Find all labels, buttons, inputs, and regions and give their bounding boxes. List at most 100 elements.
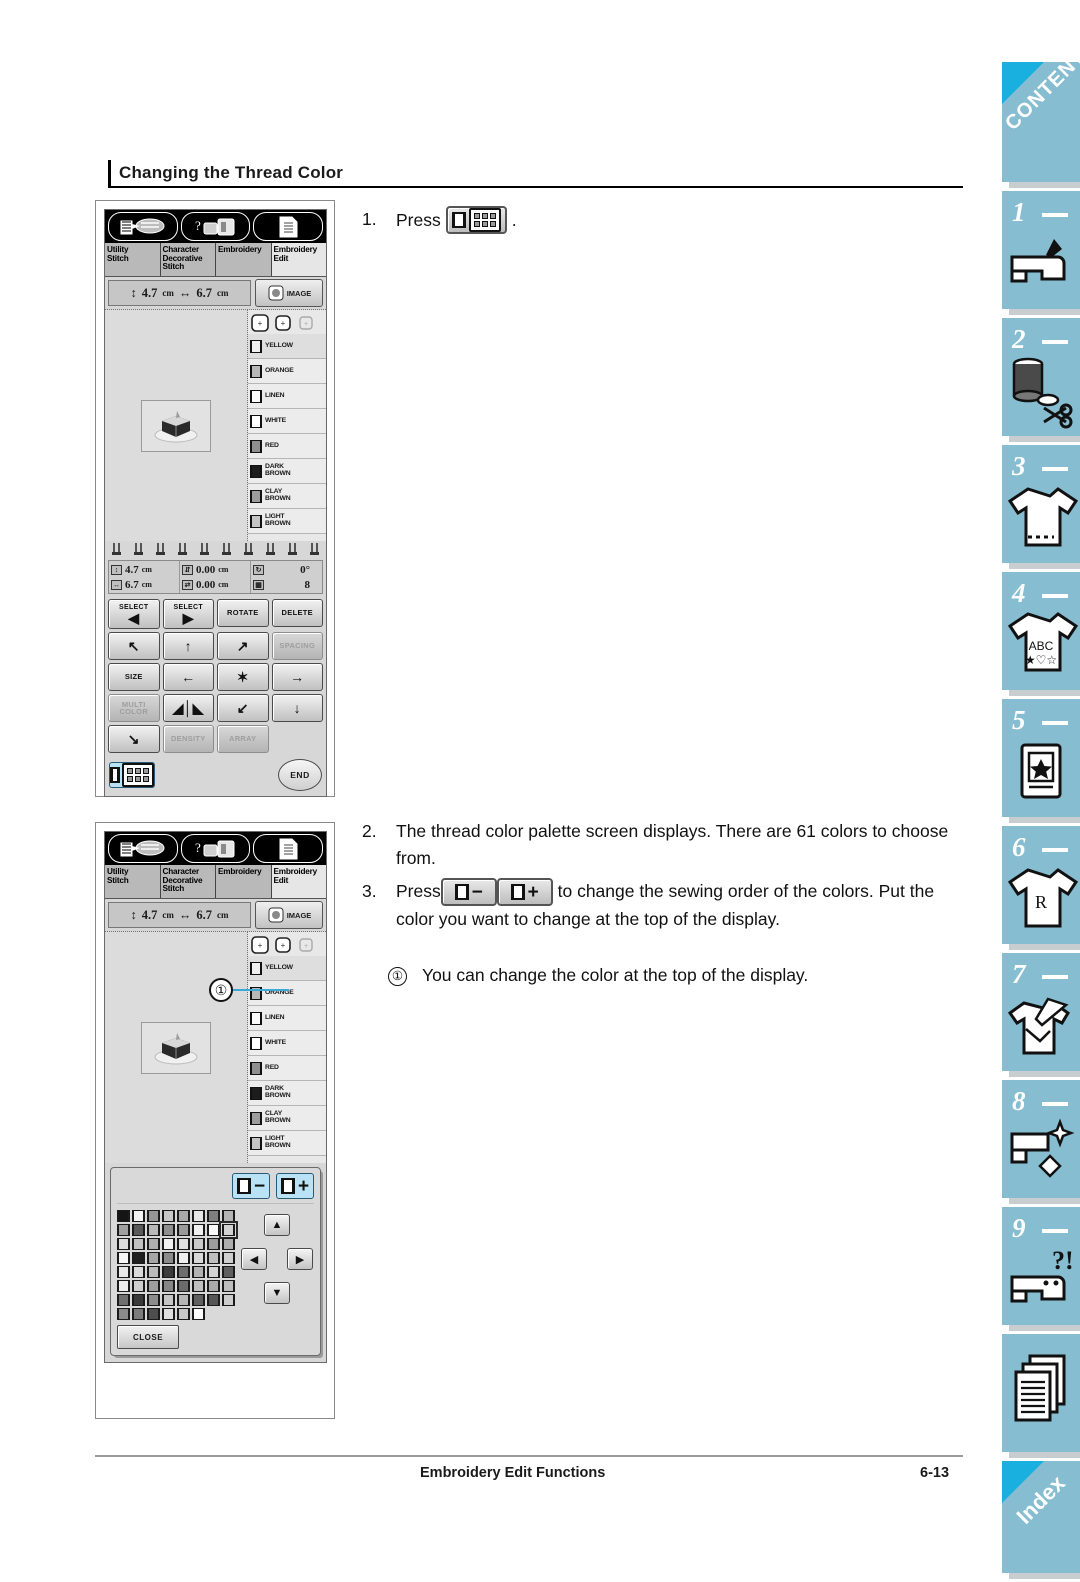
thread-color-item[interactable]: DARK BROWN (248, 1081, 326, 1106)
palette-swatch[interactable] (192, 1294, 205, 1306)
palette-close-button[interactable]: CLOSE (117, 1325, 179, 1349)
palette-swatch[interactable] (147, 1308, 160, 1320)
palette-swatch[interactable] (222, 1252, 235, 1264)
palette-swatch[interactable] (162, 1252, 175, 1264)
sidebar-tab-3[interactable]: 3 (1002, 445, 1080, 563)
palette-swatch[interactable] (132, 1294, 145, 1306)
palette-swatch[interactable] (147, 1238, 160, 1250)
palette-swatch[interactable] (177, 1280, 190, 1292)
tab-embroidery-edit[interactable]: Embroidery Edit (271, 243, 326, 276)
palette-swatch[interactable] (192, 1224, 205, 1236)
sidebar-tab-appendix[interactable] (1002, 1334, 1080, 1452)
palette-swatch[interactable] (207, 1294, 220, 1306)
palette-swatch[interactable] (207, 1210, 220, 1222)
thread-order-minus-button-inline[interactable]: − (440, 878, 497, 907)
palette-swatch[interactable] (192, 1252, 205, 1264)
thread-color-button-inline[interactable] (445, 206, 507, 234)
palette-swatch[interactable] (147, 1224, 160, 1236)
character-decorative-stitch-icon[interactable]: ? (180, 212, 251, 241)
embroidery-canvas[interactable] (105, 932, 248, 1163)
thread-color-item[interactable]: DARK BROWN (248, 459, 326, 484)
palette-swatch[interactable] (117, 1280, 130, 1292)
thread-order-plus-button-inline[interactable]: + (496, 878, 553, 907)
thread-color-button[interactable] (109, 762, 155, 788)
thread-color-item[interactable]: WHITE (248, 409, 326, 434)
move-down-right-button[interactable]: ↘ (108, 725, 160, 753)
tab-embroidery[interactable]: Embroidery (216, 243, 272, 276)
palette-swatch[interactable] (132, 1266, 145, 1278)
embroidery-edit-icon[interactable] (253, 212, 324, 241)
move-up-button[interactable]: ↑ (162, 632, 214, 660)
thread-color-item[interactable]: ORANGE (248, 981, 326, 1006)
thread-color-item[interactable]: RED (248, 1056, 326, 1081)
sidebar-tab-8[interactable]: 8 (1002, 1080, 1080, 1198)
palette-swatch[interactable] (162, 1210, 175, 1222)
palette-swatch[interactable] (222, 1280, 235, 1292)
palette-swatch[interactable] (222, 1294, 235, 1306)
palette-swatch[interactable] (132, 1210, 145, 1222)
embroidery-canvas[interactable] (105, 310, 248, 541)
palette-swatch[interactable] (192, 1280, 205, 1292)
palette-down-button[interactable]: ▼ (264, 1282, 290, 1304)
palette-swatch[interactable] (162, 1308, 175, 1320)
end-button[interactable]: END (278, 759, 322, 791)
palette-swatch[interactable] (117, 1224, 130, 1236)
center-button[interactable]: ✶ (217, 663, 269, 691)
utility-stitch-icon[interactable] (108, 834, 178, 863)
move-left-button[interactable]: ← (162, 663, 214, 691)
palette-swatch[interactable] (117, 1252, 130, 1264)
sidebar-tab-2[interactable]: 2 (1002, 318, 1080, 436)
sidebar-tab-5[interactable]: 5 (1002, 699, 1080, 817)
rotate-button[interactable]: ROTATE (217, 599, 269, 627)
palette-swatch[interactable] (177, 1210, 190, 1222)
palette-swatch[interactable] (147, 1294, 160, 1306)
utility-stitch-icon[interactable] (108, 212, 178, 241)
palette-up-button[interactable]: ▲ (264, 1214, 290, 1236)
palette-swatch[interactable] (192, 1210, 205, 1222)
palette-swatch[interactable] (177, 1252, 190, 1264)
thread-color-item[interactable]: WHITE (248, 1031, 326, 1056)
character-decorative-stitch-icon[interactable]: ? (180, 834, 251, 863)
palette-swatch[interactable] (192, 1308, 205, 1320)
palette-swatch[interactable] (222, 1266, 235, 1278)
palette-swatch[interactable] (162, 1294, 175, 1306)
select-next-button[interactable]: SELECT ▶ (162, 599, 214, 629)
sidebar-tab-7[interactable]: 7 (1002, 953, 1080, 1071)
palette-swatch[interactable] (207, 1266, 220, 1278)
palette-swatch[interactable] (147, 1252, 160, 1264)
palette-swatch[interactable] (162, 1280, 175, 1292)
palette-swatch[interactable] (147, 1210, 160, 1222)
tab-character-decorative-stitch[interactable]: Character Decorative Stitch (161, 865, 216, 898)
palette-swatch[interactable] (147, 1280, 160, 1292)
sidebar-tab-4[interactable]: 4 ABC ★♡☆ (1002, 572, 1080, 690)
palette-swatch[interactable] (177, 1294, 190, 1306)
palette-swatch[interactable] (117, 1266, 130, 1278)
thread-color-item[interactable]: YELLOW (248, 334, 326, 359)
palette-swatch[interactable] (117, 1238, 130, 1250)
palette-swatch[interactable] (177, 1238, 190, 1250)
palette-swatch[interactable] (132, 1224, 145, 1236)
palette-swatch[interactable] (177, 1224, 190, 1236)
move-down-button[interactable]: ↓ (271, 694, 323, 722)
image-button[interactable]: IMAGE (255, 901, 323, 929)
palette-swatch[interactable] (192, 1266, 205, 1278)
thread-order-plus-button[interactable]: + (276, 1173, 314, 1199)
image-button[interactable]: IMAGE (255, 279, 323, 307)
tab-utility-stitch[interactable]: Utility Stitch (105, 243, 161, 276)
palette-swatch[interactable] (117, 1210, 130, 1222)
thread-color-item[interactable]: ORANGE (248, 359, 326, 384)
palette-swatch[interactable] (177, 1308, 190, 1320)
tab-character-decorative-stitch[interactable]: Character Decorative Stitch (161, 243, 216, 276)
palette-swatch[interactable] (132, 1238, 145, 1250)
tab-embroidery-edit[interactable]: Embroidery Edit (271, 865, 326, 898)
palette-swatch[interactable] (207, 1238, 220, 1250)
thread-color-item[interactable]: LINEN (248, 384, 326, 409)
palette-swatch[interactable] (207, 1224, 220, 1236)
move-up-left-button[interactable]: ↖ (108, 632, 160, 660)
delete-button[interactable]: DELETE (271, 599, 323, 627)
tab-embroidery[interactable]: Embroidery (216, 865, 272, 898)
sidebar-tab-9[interactable]: 9 ?! (1002, 1207, 1080, 1325)
palette-swatch[interactable] (207, 1280, 220, 1292)
palette-swatch[interactable] (162, 1238, 175, 1250)
thread-color-item[interactable]: LIGHT BROWN (248, 509, 326, 534)
